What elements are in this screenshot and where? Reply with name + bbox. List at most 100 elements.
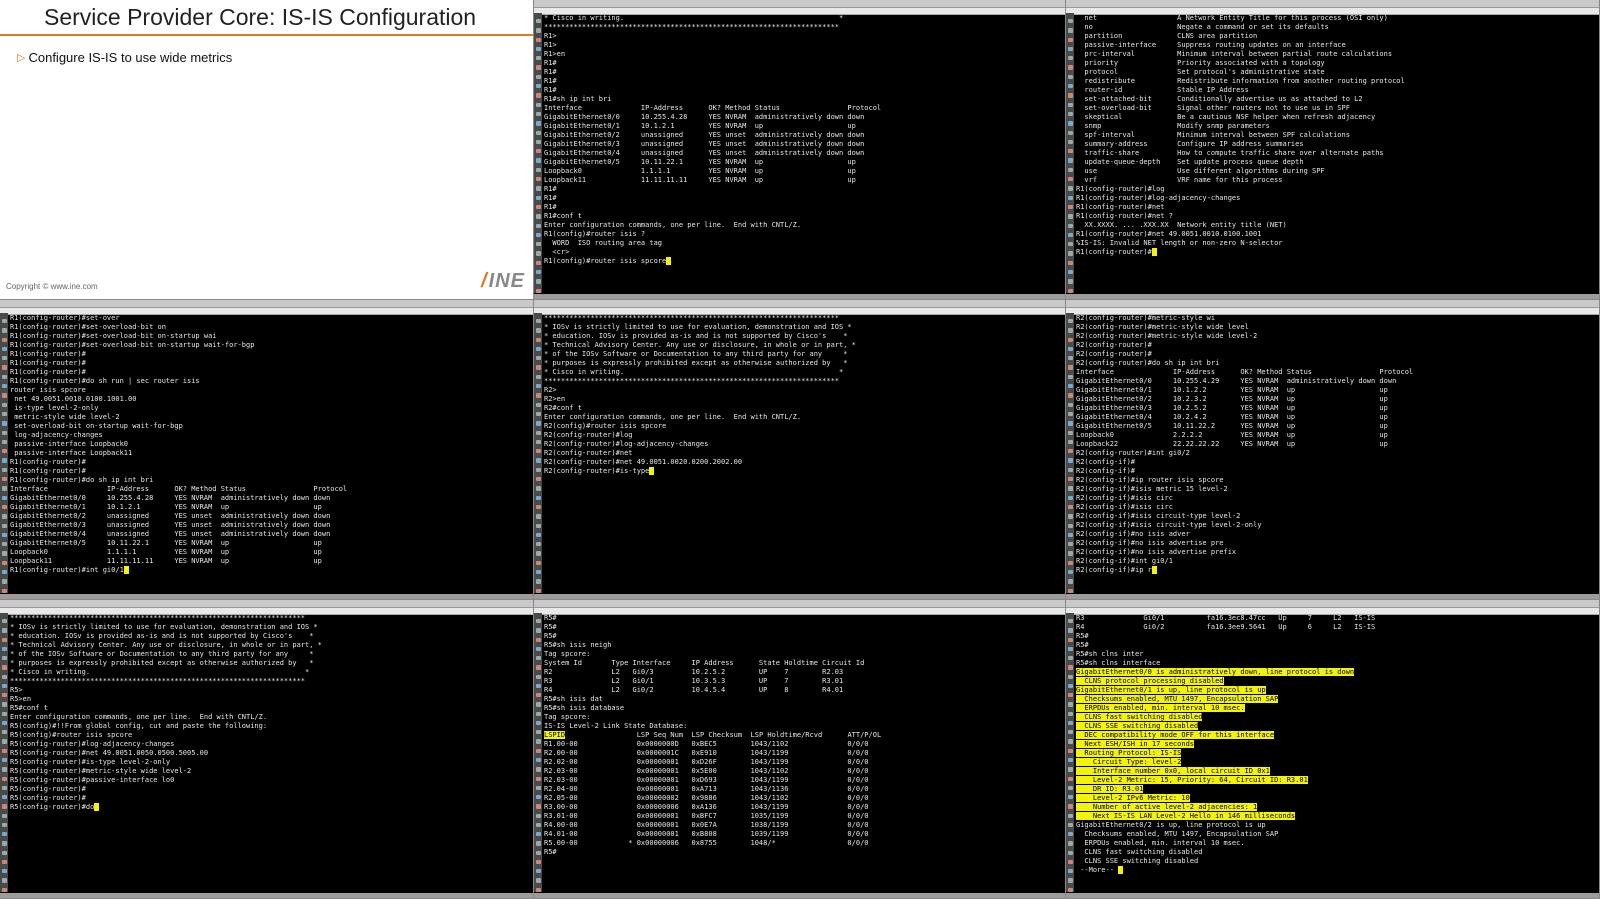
terminal-line: R5(config-router)#log-adjacency-changes (10, 740, 175, 748)
terminal-line: R2.03-00 0x00000001 0x5E00 1043/1102 0/0… (544, 767, 869, 775)
terminal-line: R1#conf t (544, 212, 582, 220)
terminal-line: CLNS fast switching disabled (1076, 713, 1203, 721)
terminal-line: ****************************************… (544, 377, 840, 385)
menu-bar (1066, 300, 1599, 308)
terminal-line: Next ESH/ISH in 17 seconds (1076, 740, 1195, 748)
terminal-panel-r2-interfaces[interactable]: R2(config-router)#metric-style wi R2(conf… (1066, 300, 1600, 600)
terminal-panel-r5-config[interactable]: ****************************************… (0, 600, 534, 899)
terminal-line: DEC compatibility mode OFF for this inte… (1076, 731, 1275, 739)
menu-bar (534, 600, 1065, 608)
terminal-line: R5#sh isis dat (544, 695, 604, 703)
terminal-line: GigabitEthernet0/0 is administratively d… (1076, 668, 1355, 676)
terminal-output[interactable]: net A Network Entity Title for this proc… (1076, 14, 1597, 293)
terminal-panel-r5-database[interactable]: R5# R5# R5# R5#sh isis neigh Tag spcore: Syst… (534, 600, 1066, 899)
terminal-line: GigabitEthernet0/2 unassigned YES unset … (10, 512, 331, 520)
terminal-line: Tag spcore: (544, 650, 591, 658)
terminal-line: R2(config-if)#isis circuit-type level-2-… (1076, 521, 1262, 529)
terminal-line: R2.02-00 0x00000001 0xD26F 1043/1199 0/0… (544, 758, 869, 766)
terminal-line: %IS-IS: Invalid NET length or non-zero N… (1076, 239, 1283, 247)
terminal-line: R2(config-if)#no isis advertise prefix (1076, 548, 1237, 556)
terminal-line: R3.00-00 0x00000006 0xA136 1043/1199 0/0… (544, 803, 869, 811)
terminal-line: R5# (544, 623, 557, 631)
terminal-cursor (666, 257, 672, 265)
terminal-line: set-overload-bit on-startup wait-for-bgp (10, 422, 183, 430)
terminal-line: * education. IOSv is provided as-is and … (10, 632, 314, 640)
terminal-cursor (1118, 866, 1124, 874)
terminal-line: Loopback11 11.11.11.11 YES NVRAM up up (544, 176, 856, 184)
terminal-cursor (1151, 248, 1157, 256)
terminal-line: R1(config-router)#set-over (10, 314, 120, 322)
terminal-line: Loopback11 11.11.11.11 YES NVRAM up up (10, 557, 322, 565)
terminal-panel-r5-clns[interactable]: R3 Gi0/1 fa16.3ec8.47cc Up 7 L2 IS-IS R4 … (1066, 600, 1600, 899)
terminal-line: R1.00-00 0x0000000D 0xBEC5 1043/1102 0/0… (544, 740, 869, 748)
terminal-output[interactable]: R5# R5# R5# R5#sh isis neigh Tag spcore: Syst… (544, 614, 1063, 892)
terminal-panel-r2-config[interactable]: ****************************************… (534, 300, 1066, 600)
terminal-line: R2>en (544, 395, 566, 403)
terminal-line: R2(config)#router isis spcore (544, 422, 667, 430)
terminal-output[interactable]: R2(config-router)#metric-style wi R2(conf… (1076, 314, 1597, 593)
dock (0, 613, 8, 892)
slide-panel: Service Provider Core: IS-IS Configurati… (0, 0, 534, 300)
terminal-line: R5(config-router)# (10, 794, 86, 802)
terminal-panel-r1-config[interactable]: * Cisco in writing. * *******************… (534, 0, 1066, 300)
terminal-line: * of the IOSv Software or Documentation … (10, 650, 314, 658)
dock (1066, 313, 1074, 593)
terminal-line: GigabitEthernet0/5 10.11.22.1 YES NVRAM … (10, 539, 322, 547)
terminal-line: R1(config-router)#net ? (1076, 212, 1173, 220)
terminal-line: Number of active level-2 adjacencies: 1 (1076, 803, 1258, 811)
terminal-line: GigabitEthernet0/5 10.11.22.2 YES NVRAM … (1076, 422, 1388, 430)
dock (534, 313, 542, 593)
terminal-cursor (123, 566, 129, 574)
terminal-line: R2(config-router)#metric-style wi (1076, 314, 1216, 322)
terminal-line: use Use different algorithms during SPF (1076, 167, 1325, 175)
terminal-line: R2.00-00 0x0000001C 0xE910 1043/1199 0/0… (544, 749, 869, 757)
terminal-line: R1(config-router)#int gi0/1 (10, 566, 531, 575)
terminal-line: * IOSv is strictly limited to use for ev… (10, 623, 318, 631)
terminal-line: GigabitEthernet0/1 is up, line protocol … (1076, 686, 1266, 694)
terminal-line: GigabitEthernet0/1 10.1.2.2 YES NVRAM up… (1076, 386, 1388, 394)
menu-bar (1066, 0, 1599, 8)
terminal-line: CLNS protocol processing disabled (1076, 677, 1224, 685)
terminal-line: R5(config)#router isis spcore (10, 731, 133, 739)
terminal-line: GigabitEthernet0/1 10.1.2.1 YES NVRAM up… (544, 122, 856, 130)
terminal-line: passive-interface Suppress routing updat… (1076, 41, 1346, 49)
terminal-output[interactable]: R3 Gi0/1 fa16.3ec8.47cc Up 7 L2 IS-IS R4 … (1076, 614, 1597, 892)
terminal-line: R1(config-router)#log-adjacency-changes (1076, 194, 1241, 202)
terminal-line: R2 L2 Gi0/3 10.2.5.2 UP 7 R2.03 (544, 668, 844, 676)
terminal-line: R2(config-if)#int gi0/1 (1076, 557, 1173, 565)
terminal-line: Interface IP-Address OK? Method Status P… (1076, 368, 1414, 376)
terminal-line: GigabitEthernet0/3 10.2.5.2 YES NVRAM up… (1076, 404, 1388, 412)
terminal-line: R1(config-router)# (10, 350, 86, 358)
terminal-output[interactable]: R1(config-router)#set-over R1(config-rout… (10, 314, 531, 593)
terminal-line: R5(config-router)# (10, 785, 86, 793)
terminal-line: R2(config-if)#no isis adver (1076, 530, 1190, 538)
terminal-line: Checksums enabled, MTU 1497, Encapsulati… (1076, 695, 1279, 703)
terminal-line: partition CLNS area partition (1076, 32, 1258, 40)
terminal-line: R1# (544, 86, 557, 94)
terminal-line: R1# (544, 194, 557, 202)
terminal-output[interactable]: * Cisco in writing. * *******************… (544, 14, 1063, 293)
status-bar (1066, 594, 1599, 599)
terminal-line: * education. IOSv is provided as-is and … (544, 332, 848, 340)
terminal-panel-r1-help[interactable]: net A Network Entity Title for this proc… (1066, 0, 1600, 300)
terminal-line: * Technical Advisory Center. Any use or … (544, 341, 856, 349)
terminal-line: --More-- (1076, 866, 1597, 875)
terminal-panel-r1-verify[interactable]: R1(config-router)#set-over R1(config-rout… (0, 300, 534, 600)
terminal-line: R2(config-if)#isis circ (1076, 503, 1173, 511)
terminal-line: * purposes is expressly prohibited excep… (544, 359, 848, 367)
status-bar (534, 893, 1065, 898)
dock (0, 313, 8, 593)
terminal-output[interactable]: ****************************************… (544, 314, 1063, 593)
terminal-line: R2(config-router)#metric-style wide leve… (1076, 323, 1249, 331)
terminal-line: GigabitEthernet0/3 unassigned YES unset … (10, 521, 331, 529)
terminal-line: R1(config-router)#set-overload-bit on (10, 323, 166, 331)
terminal-line: R4 L2 Gi0/2 10.4.5.4 UP 8 R4.01 (544, 686, 844, 694)
terminal-line: R5(config-router)#net 49.0051.0050.0500.… (10, 749, 209, 757)
terminal-line: GigabitEthernet0/2 unassigned YES unset … (544, 131, 865, 139)
terminal-line: R4 Gi0/2 fa16.3ee9.5641 Up 6 L2 IS-IS (1076, 623, 1376, 631)
terminal-line: System Id Type Interface IP Address Stat… (544, 659, 865, 667)
status-bar (534, 594, 1065, 599)
terminal-line: Interface number 0x0, local circuit ID 0… (1076, 767, 1270, 775)
terminal-output[interactable]: ****************************************… (10, 614, 531, 892)
terminal-line: R2.03-00 0x00000001 0xD693 1043/1199 0/0… (544, 776, 869, 784)
